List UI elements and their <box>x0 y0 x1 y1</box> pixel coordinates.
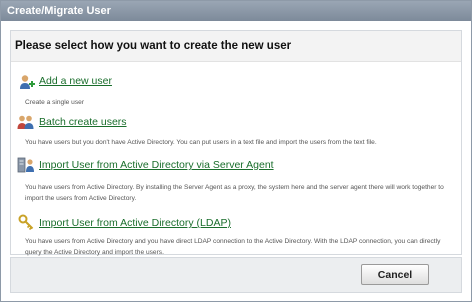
options-heading: Please select how you want to create the… <box>11 31 461 62</box>
dialog-footer: Cancel <box>10 257 462 293</box>
server-agent-icon <box>17 157 34 173</box>
add-new-user-description: Create a single user <box>25 99 85 106</box>
batch-create-users-description: You have users but you don't have Active… <box>25 139 377 146</box>
dialog-title: Create/Migrate User <box>1 1 471 21</box>
import-ad-ldap-description: You have users from Active Directory and… <box>25 238 441 256</box>
create-migrate-user-dialog: Create/Migrate User Please select how yo… <box>0 0 472 302</box>
users-batch-icon <box>17 115 34 129</box>
add-new-user-link[interactable]: Add a new user <box>39 75 112 87</box>
ldap-key-icon <box>18 214 34 230</box>
import-ad-ldap-link[interactable]: Import User from Active Directory (LDAP) <box>39 217 231 229</box>
options-panel: Please select how you want to create the… <box>10 30 462 256</box>
user-add-icon <box>20 75 35 89</box>
import-ad-server-agent-description: You have users from Active Directory. By… <box>25 184 444 202</box>
cancel-button[interactable]: Cancel <box>361 264 429 285</box>
batch-create-users-link[interactable]: Batch create users <box>39 116 127 128</box>
import-ad-server-agent-link[interactable]: Import User from Active Directory via Se… <box>39 159 274 171</box>
